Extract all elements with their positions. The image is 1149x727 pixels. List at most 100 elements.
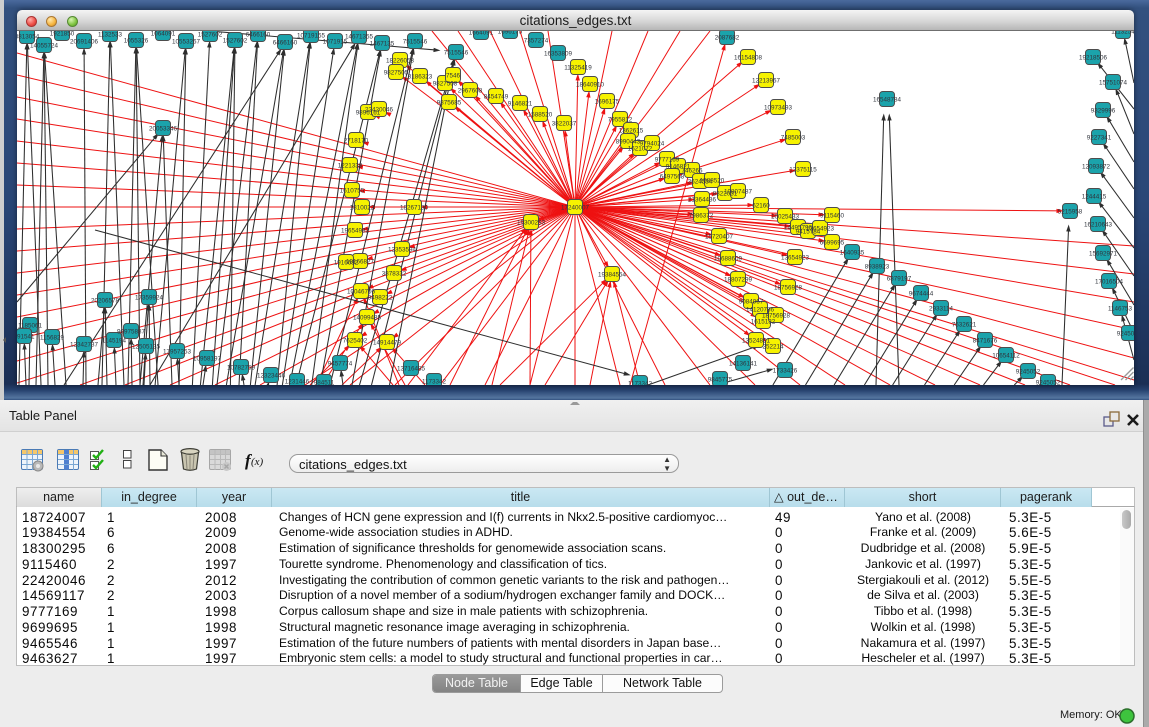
svg-text:9498222: 9498222 <box>368 294 393 301</box>
svg-text:9146821: 9146821 <box>508 100 533 107</box>
svg-text:10654112: 10654112 <box>992 352 1020 359</box>
svg-text:20206578: 20206578 <box>91 297 120 304</box>
svg-text:1467135: 1467135 <box>370 40 395 47</box>
svg-text:6497568: 6497568 <box>660 173 685 180</box>
svg-text:12342737: 12342737 <box>70 341 99 348</box>
svg-text:7485003: 7485003 <box>781 134 806 141</box>
svg-text:9845775: 9845775 <box>708 376 733 383</box>
svg-text:12353594: 12353594 <box>388 246 417 253</box>
svg-text:18267130: 18267130 <box>400 204 429 211</box>
svg-text:7625402: 7625402 <box>343 337 368 344</box>
svg-text:1588520: 1588520 <box>700 177 725 184</box>
svg-text:17957253: 17957253 <box>163 348 192 355</box>
svg-text:391541: 391541 <box>17 333 35 340</box>
svg-text:14914479: 14914479 <box>373 339 402 346</box>
svg-text:13654923: 13654923 <box>806 225 835 232</box>
svg-text:15720407: 15720407 <box>705 233 734 240</box>
svg-text:5215958: 5215958 <box>1058 208 1083 215</box>
svg-text:1231446: 1231446 <box>285 378 310 385</box>
svg-text:6466160: 6466160 <box>273 39 298 46</box>
svg-text:9245052: 9245052 <box>1036 379 1061 385</box>
svg-text:7515546: 7515546 <box>403 38 428 45</box>
svg-text:9827508: 9827508 <box>433 80 458 87</box>
svg-text:1221338: 1221338 <box>338 162 363 169</box>
svg-text:12093872: 12093872 <box>1082 163 1111 170</box>
svg-text:9827505: 9827505 <box>384 69 409 76</box>
svg-text:9245052: 9245052 <box>1117 330 1134 337</box>
svg-text:12375115: 12375115 <box>789 166 817 173</box>
svg-text:1640935: 1640935 <box>840 249 865 256</box>
svg-text:1696175: 1696175 <box>498 31 523 35</box>
svg-text:8186323: 8186323 <box>408 73 433 80</box>
svg-text:22420046: 22420046 <box>365 106 394 113</box>
svg-text:3878332: 3878332 <box>382 270 407 277</box>
svg-text:10688609: 10688609 <box>714 255 743 262</box>
svg-text:8990443: 8990443 <box>616 138 641 145</box>
svg-text:9875685: 9875685 <box>437 99 462 106</box>
svg-text:10025433: 10025433 <box>771 213 800 220</box>
svg-text:6699695: 6699695 <box>820 239 845 246</box>
svg-text:12505135: 12505135 <box>132 343 161 350</box>
svg-text:17016504: 17016504 <box>1095 278 1124 285</box>
svg-text:18756928: 18756928 <box>774 284 803 291</box>
svg-text:9777169: 9777169 <box>655 156 680 163</box>
svg-text:1916682: 1916682 <box>334 259 359 266</box>
svg-text:16210643: 16210643 <box>1084 221 1113 228</box>
svg-text:6879197: 6879197 <box>887 275 912 282</box>
svg-text:17359924: 17359924 <box>135 294 164 301</box>
svg-text:18756928: 18756928 <box>762 312 791 319</box>
svg-text:9084067: 9084067 <box>739 298 764 305</box>
svg-text:1615132: 1615132 <box>751 318 776 325</box>
svg-text:7357274: 7357274 <box>524 37 549 44</box>
svg-text:1733426: 1733426 <box>773 367 798 374</box>
svg-text:746266: 746266 <box>681 167 703 174</box>
svg-text:9245052: 9245052 <box>1016 368 1041 375</box>
svg-text:9457774: 9457774 <box>328 360 353 367</box>
svg-text:7546: 7546 <box>446 72 461 79</box>
svg-text:1145194: 1145194 <box>102 337 127 344</box>
svg-text:12213967: 12213967 <box>752 77 781 84</box>
svg-text:18807299: 18807299 <box>724 276 753 283</box>
svg-text:14055724: 14055724 <box>30 42 59 49</box>
svg-text:10807487: 10807487 <box>724 188 753 195</box>
svg-text:7955812: 7955812 <box>608 116 633 123</box>
svg-text:16353809: 16353809 <box>544 50 573 57</box>
svg-text:8471676: 8471676 <box>973 337 998 344</box>
svg-text:1055326: 1055326 <box>124 37 149 44</box>
svg-text:13716485: 13716485 <box>397 365 426 372</box>
svg-text:1173342: 1173342 <box>628 380 653 385</box>
svg-text:62160: 62160 <box>752 202 770 209</box>
svg-text:7632621: 7632621 <box>952 321 977 328</box>
svg-text:9227341: 9227341 <box>1087 134 1112 141</box>
svg-text:16548784: 16548784 <box>873 96 902 103</box>
svg-text:8938923: 8938923 <box>865 263 890 270</box>
svg-text:19300253: 19300253 <box>517 219 546 226</box>
svg-text:1810022: 1810022 <box>350 204 375 211</box>
svg-text:10958197: 10958197 <box>193 355 222 362</box>
svg-text:9115460: 9115460 <box>820 212 845 219</box>
svg-text:10782759: 10782759 <box>227 364 256 371</box>
svg-text:20691406: 20691406 <box>70 38 99 45</box>
svg-text:1064091: 1064091 <box>151 31 176 37</box>
svg-text:9794024: 9794024 <box>640 140 665 147</box>
svg-text:18226053: 18226053 <box>386 57 415 64</box>
svg-text:7986372: 7986372 <box>689 212 714 219</box>
svg-text:2967608: 2967608 <box>458 87 483 94</box>
svg-text:1527602: 1527602 <box>198 31 223 38</box>
svg-text:90975887: 90975887 <box>117 328 146 335</box>
svg-text:2933114: 2933114 <box>929 305 954 312</box>
svg-text:10973493: 10973493 <box>764 104 793 111</box>
svg-text:11325419: 11325419 <box>564 64 592 71</box>
svg-text:2087682: 2087682 <box>715 34 740 41</box>
svg-text:10719155: 10719155 <box>297 32 326 39</box>
svg-text:1610755: 1610755 <box>340 187 365 194</box>
svg-text:1113254: 1113254 <box>1111 31 1134 35</box>
svg-text:1244415: 1244415 <box>1082 193 1107 200</box>
svg-text:17240007: 17240007 <box>561 204 590 211</box>
svg-text:10553267: 10553267 <box>172 38 201 45</box>
svg-text:15751074: 15751074 <box>1099 79 1128 86</box>
svg-text:1156829: 1156829 <box>40 334 65 341</box>
svg-text:19384554: 19384554 <box>598 271 627 278</box>
svg-text:18640910: 18640910 <box>576 81 605 88</box>
svg-text:1362615: 1362615 <box>619 127 644 134</box>
